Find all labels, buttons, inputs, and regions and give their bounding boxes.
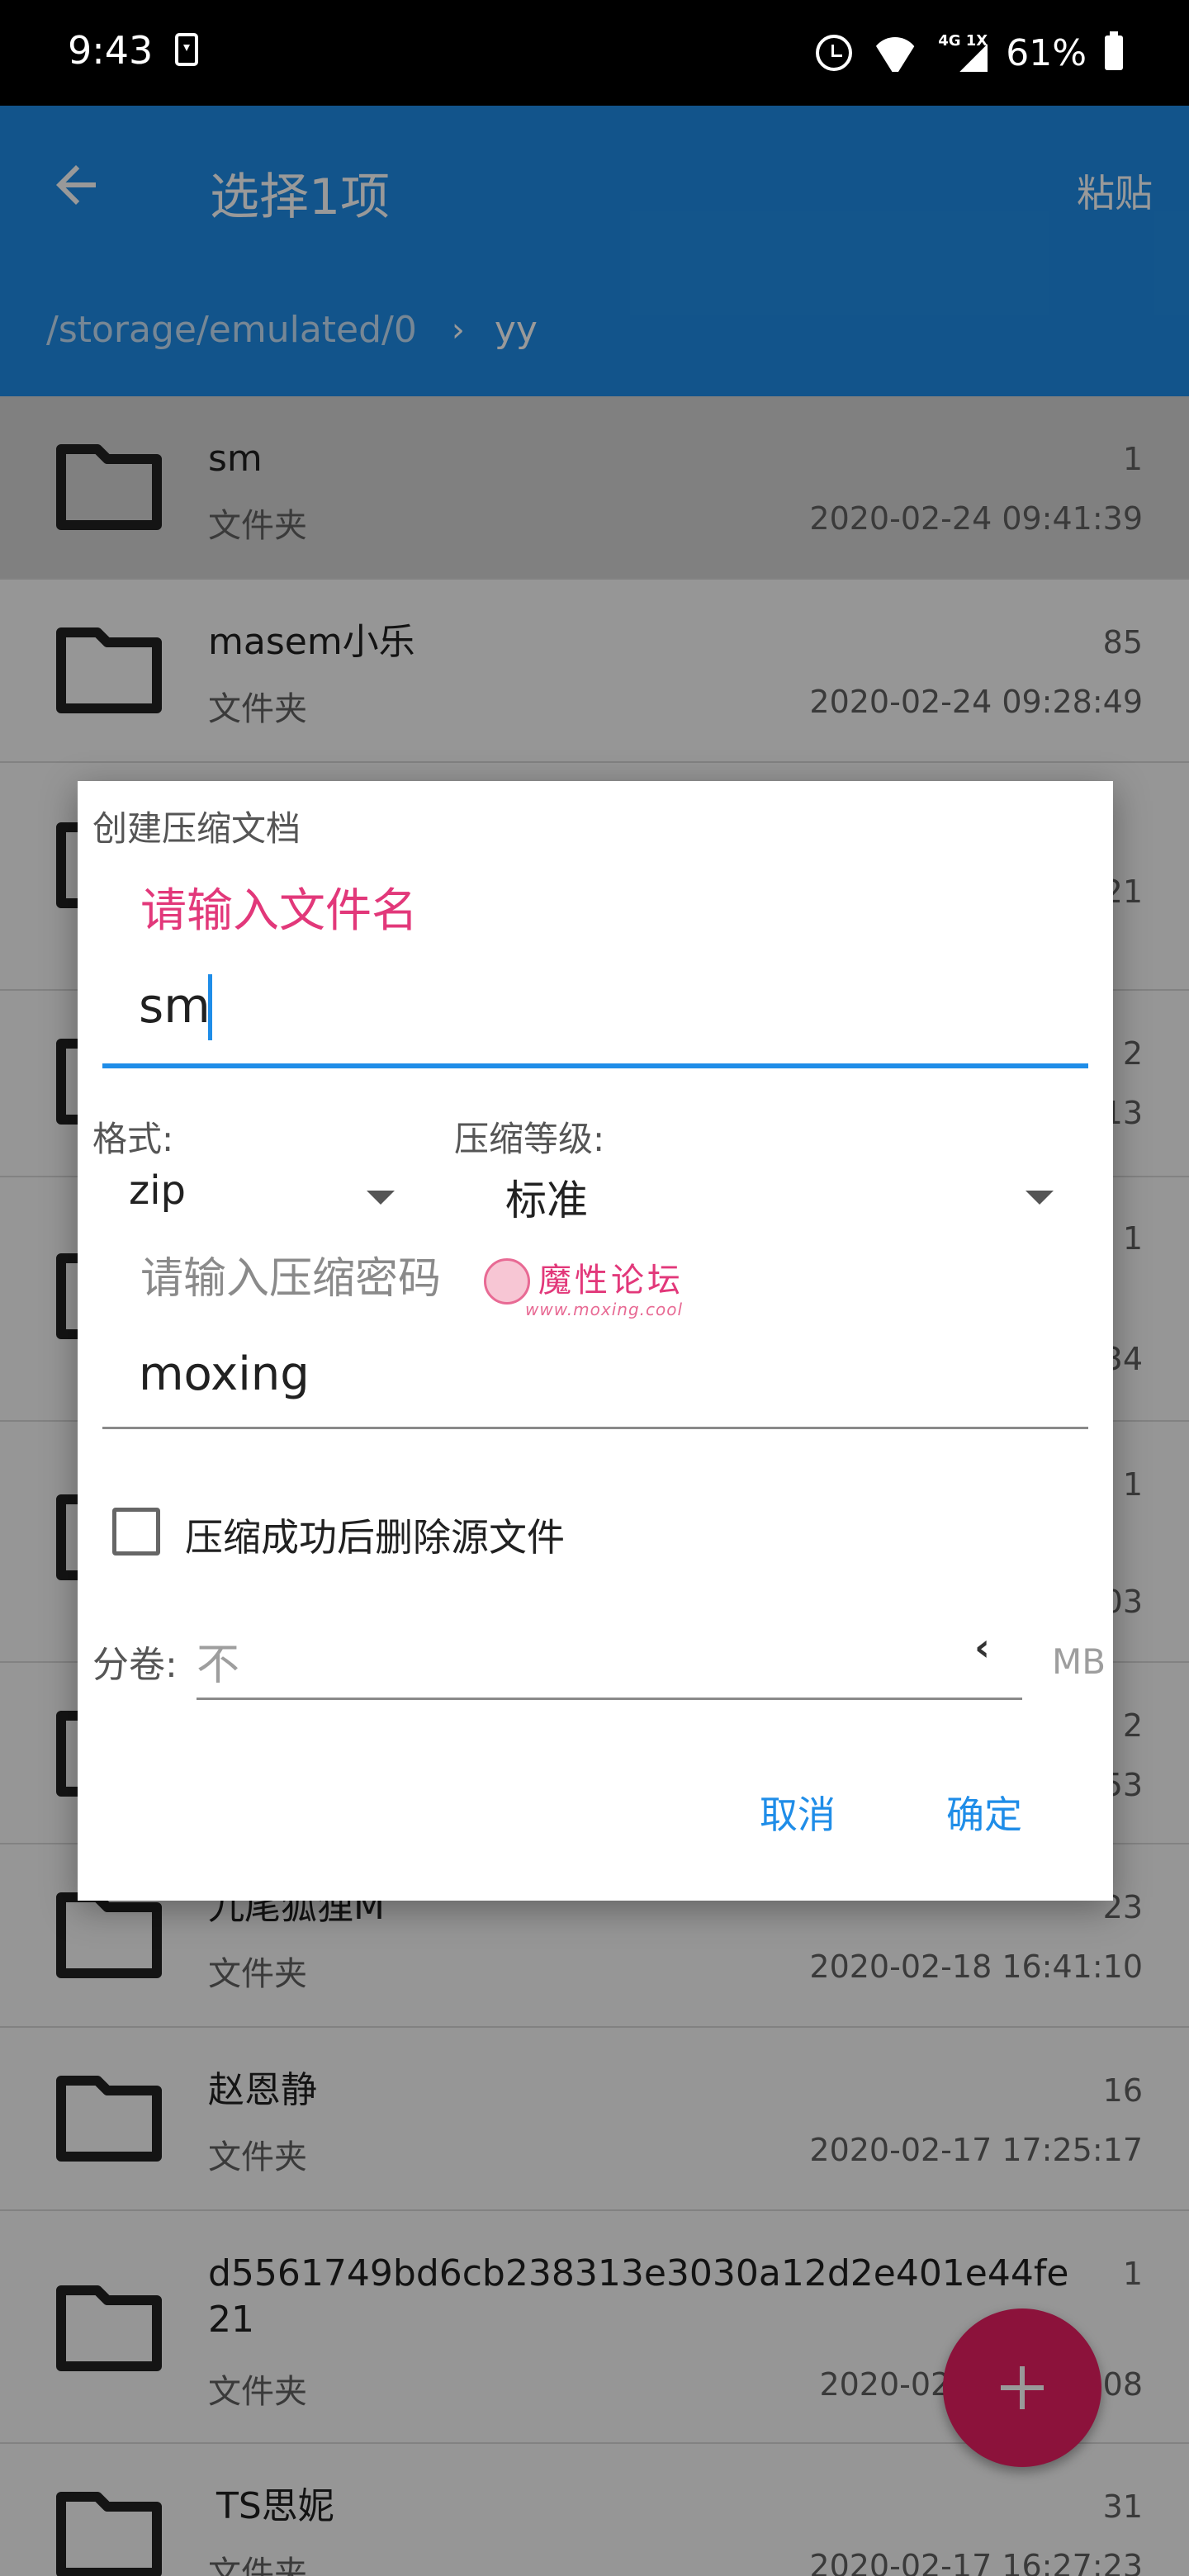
alarm-icon: [816, 35, 853, 71]
volume-unit: MB: [1052, 1641, 1106, 1682]
filename-underline: [102, 1063, 1088, 1068]
status-time: 9:43: [68, 28, 154, 73]
status-bar: 9:43 4G 1X 61%: [0, 0, 1189, 106]
text-cursor: [208, 974, 212, 1040]
download-notification-icon: [175, 33, 198, 66]
volume-chevron-left-icon[interactable]: ‹: [974, 1625, 990, 1669]
compression-level-label: 压缩等级:: [454, 1119, 605, 1159]
password-hint: 请输入压缩密码: [140, 1254, 442, 1304]
volume-underline: [197, 1698, 1022, 1700]
watermark-title: 魔性论坛: [538, 1262, 684, 1300]
confirm-button[interactable]: 确定: [946, 1785, 1022, 1840]
cancel-button[interactable]: 取消: [760, 1785, 836, 1840]
level-dropdown-icon[interactable]: [1026, 1191, 1054, 1205]
battery-icon: [1105, 31, 1123, 70]
compression-level-select[interactable]: 标准: [505, 1167, 588, 1227]
battery-percent: 61%: [1006, 31, 1087, 74]
cell-signal-icon: 4G 1X: [938, 34, 988, 72]
volume-input[interactable]: 不: [197, 1630, 239, 1692]
status-icons: 4G 1X 61%: [816, 28, 1123, 78]
password-input[interactable]: moxing: [139, 1347, 310, 1401]
password-underline: [102, 1427, 1088, 1429]
volume-label: 分卷:: [92, 1644, 178, 1686]
watermark-face-icon: [484, 1258, 530, 1305]
wifi-icon: [870, 34, 920, 72]
filename-input[interactable]: sm: [139, 978, 211, 1034]
create-archive-dialog: 创建压缩文档 请输入文件名 sm 格式: 压缩等级: zip 标准 请输入压缩密…: [78, 781, 1113, 1901]
delete-source-label[interactable]: 压缩成功后删除源文件: [185, 1508, 565, 1562]
network-type-label: 4G 1X: [938, 32, 988, 50]
watermark-url: www.moxing.cool: [525, 1300, 684, 1319]
dialog-title: 创建压缩文档: [92, 808, 301, 849]
filename-hint: 请输入文件名: [140, 884, 418, 938]
format-label: 格式:: [92, 1119, 174, 1159]
format-select[interactable]: zip: [129, 1167, 186, 1214]
watermark-logo: 魔性论坛 www.moxing.cool: [484, 1253, 715, 1324]
format-dropdown-icon[interactable]: [367, 1191, 395, 1205]
delete-source-checkbox[interactable]: [112, 1508, 160, 1556]
